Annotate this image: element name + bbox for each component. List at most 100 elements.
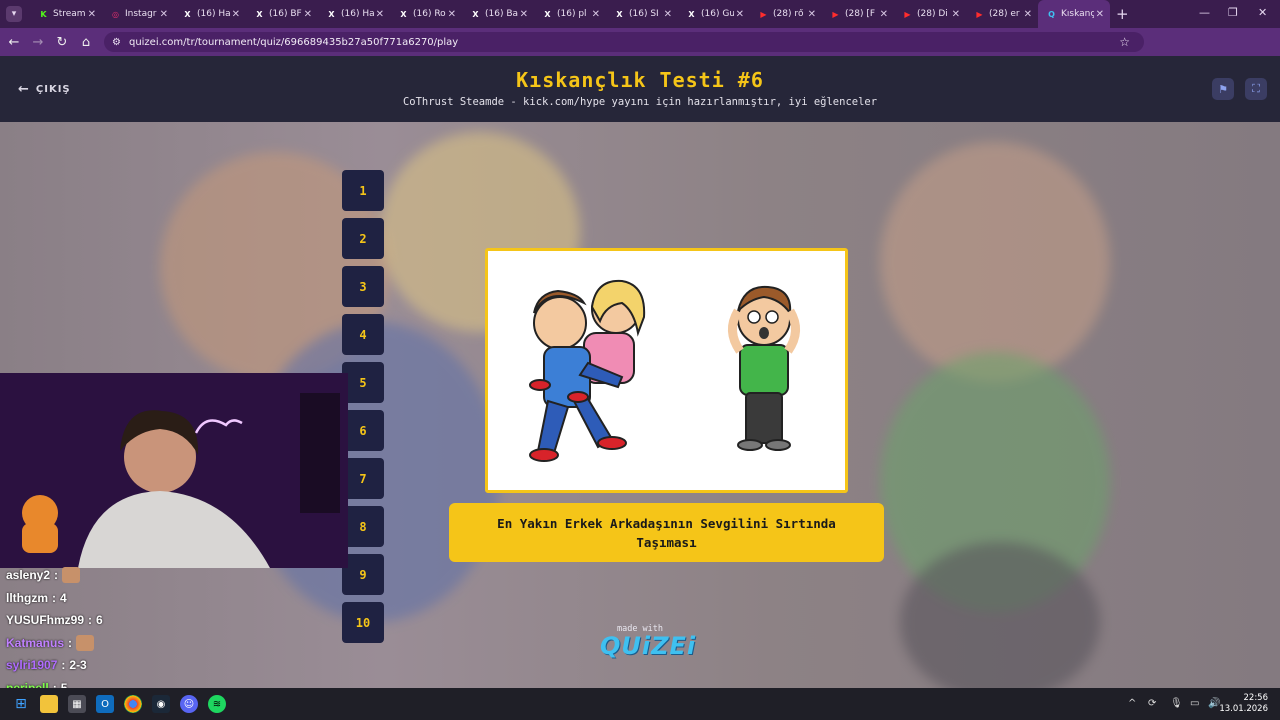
chat-username: YUSUFhmz99	[6, 613, 85, 628]
maximize-icon[interactable]: ❐	[1228, 6, 1238, 19]
tab-strip: K Stream ✕ ◎ Instagr ✕ X (16) Ha ✕ X (16) BF ✕ X (16)…	[30, 0, 1110, 28]
minimize-icon[interactable]: —	[1199, 6, 1210, 19]
chat-username: llthgzm	[6, 590, 48, 605]
question-number-button[interactable]: 5	[342, 362, 384, 403]
tab-favicon-icon: X	[616, 9, 623, 19]
tab-close-icon[interactable]: ✕	[664, 9, 672, 20]
caption-text: En Yakın Erkek Arkadaşının Sevgilini Sır…	[497, 515, 836, 550]
tab-close-icon[interactable]: ✕	[376, 9, 384, 20]
forward-icon[interactable]: →	[26, 35, 50, 50]
browser-tab[interactable]: ▶ (28) [F ✕	[822, 0, 894, 28]
question-number-button[interactable]: 8	[342, 506, 384, 547]
tab-close-icon[interactable]: ✕	[520, 9, 528, 20]
tab-close-icon[interactable]: ✕	[160, 9, 168, 20]
question-number-button[interactable]: 10	[342, 602, 384, 643]
tab-close-icon[interactable]: ✕	[448, 9, 456, 20]
tab-close-icon[interactable]: ✕	[304, 9, 312, 20]
tab-favicon-icon: X	[184, 9, 191, 19]
shocked-boy-illustration	[728, 285, 800, 451]
close-window-icon[interactable]: ✕	[1258, 6, 1267, 19]
store-icon[interactable]: ▦	[68, 695, 86, 713]
browser-tab[interactable]: ▶ (28) rő ✕	[750, 0, 822, 28]
browser-tab[interactable]: X (16) pl ✕	[534, 0, 606, 28]
browser-tab[interactable]: X (16) Ba ✕	[462, 0, 534, 28]
tray-chevron-icon[interactable]: ^	[1128, 698, 1136, 709]
quiz-page: ← ÇIKIŞ Kıskançlık Testi #6 CoThrust Ste…	[0, 56, 1280, 688]
chat-message: peripell:5	[6, 677, 246, 688]
chat-text: 2-3	[69, 658, 87, 673]
question-number-button[interactable]: 2	[342, 218, 384, 259]
chat-message: Katmanus:	[6, 632, 246, 655]
chat-emote-icon	[62, 567, 81, 584]
browser-tab[interactable]: X (16) Gu ✕	[678, 0, 750, 28]
discord-icon[interactable]: ☺	[180, 695, 198, 713]
clock-date: 13.01.2026	[1219, 704, 1268, 714]
browser-tab[interactable]: ▶ (28) er ✕	[966, 0, 1038, 28]
browser-tab[interactable]: X (16) BF ✕	[246, 0, 318, 28]
tab-close-icon[interactable]: ✕	[736, 9, 744, 20]
quiz-title: Kıskançlık Testi #6	[516, 68, 764, 92]
tab-search-menu-icon[interactable]: ▾	[6, 6, 22, 22]
file-explorer-icon[interactable]	[40, 695, 58, 713]
tab-favicon-icon: X	[328, 9, 335, 19]
tab-label: (16) SI	[629, 9, 659, 19]
chrome-icon[interactable]	[124, 695, 142, 713]
tab-close-icon[interactable]: ✕	[232, 9, 240, 20]
tab-close-icon[interactable]: ✕	[952, 9, 960, 20]
chat-username: Katmanus	[6, 635, 65, 650]
microphone-icon[interactable]: 🎙	[1170, 698, 1183, 709]
tab-close-icon[interactable]: ✕	[88, 9, 96, 20]
tab-label: Kıskanç	[1061, 9, 1094, 19]
tray-sync-icon[interactable]: ⟳	[1148, 698, 1156, 709]
chat-username: sylri1907	[6, 658, 58, 673]
chat-message: YUSUFhmz99:6	[6, 609, 246, 632]
tab-favicon-icon: X	[472, 9, 479, 19]
spotify-icon[interactable]: ≋	[208, 695, 226, 713]
steam-icon[interactable]: ◉	[152, 695, 170, 713]
webcam-overlay	[0, 373, 348, 568]
question-number-button[interactable]: 3	[342, 266, 384, 307]
address-bar[interactable]: ⚙ quizei.com/tr/tournament/quiz/69668943…	[104, 32, 1144, 52]
report-flag-button[interactable]: ⚑	[1212, 78, 1234, 100]
browser-tab[interactable]: K Stream ✕	[30, 0, 102, 28]
browser-tab[interactable]: X (16) Ro ✕	[390, 0, 462, 28]
chat-text: 5	[60, 680, 68, 688]
network-icon[interactable]: ▭	[1190, 698, 1199, 709]
streamer-webcam-image	[0, 373, 348, 568]
browser-tab[interactable]: X (16) SI ✕	[606, 0, 678, 28]
question-number-button[interactable]: 7	[342, 458, 384, 499]
tab-close-icon[interactable]: ✕	[1024, 9, 1032, 20]
bookmark-star-icon[interactable]: ☆	[1119, 35, 1130, 49]
back-icon[interactable]: ←	[2, 35, 26, 50]
question-number-button[interactable]: 6	[342, 410, 384, 451]
new-tab-button[interactable]: +	[1116, 5, 1129, 23]
chat-separator: :	[61, 658, 66, 673]
tab-close-icon[interactable]: ✕	[880, 9, 888, 20]
quiz-image-card[interactable]	[485, 248, 848, 493]
tab-favicon-icon: X	[400, 9, 407, 19]
system-clock[interactable]: 22:56 13.01.2026	[1219, 693, 1268, 715]
tab-close-icon[interactable]: ✕	[592, 9, 600, 20]
tab-favicon-icon: ▶	[832, 9, 839, 19]
browser-tab[interactable]: X (16) Ha ✕	[174, 0, 246, 28]
browser-tab[interactable]: ▶ (28) Di ✕	[894, 0, 966, 28]
question-number-button[interactable]: 1	[342, 170, 384, 211]
site-info-icon[interactable]: ⚙	[112, 37, 121, 48]
outlook-icon[interactable]: O	[96, 695, 114, 713]
quiz-illustration	[529, 279, 800, 462]
made-with-quizei[interactable]: made with QUiZEi	[600, 624, 697, 660]
browser-tab[interactable]: ◎ Instagr ✕	[102, 0, 174, 28]
answer-caption-button[interactable]: En Yakın Erkek Arkadaşının Sevgilini Sır…	[449, 503, 884, 562]
question-number-button[interactable]: 9	[342, 554, 384, 595]
windows-start-icon[interactable]: ⊞	[12, 695, 30, 713]
quizei-logo: QUiZEi	[600, 632, 697, 660]
tab-close-icon[interactable]: ✕	[1096, 9, 1104, 20]
tab-close-icon[interactable]: ✕	[808, 9, 816, 20]
tab-label: (16) Ro	[413, 9, 446, 19]
browser-tab[interactable]: X (16) Ha ✕	[318, 0, 390, 28]
reload-icon[interactable]: ↻	[50, 35, 74, 50]
home-icon[interactable]: ⌂	[74, 35, 98, 50]
question-number-button[interactable]: 4	[342, 314, 384, 355]
browser-tab[interactable]: Q Kıskanç ✕	[1038, 0, 1110, 28]
fullscreen-button[interactable]: ⛶	[1245, 78, 1267, 100]
